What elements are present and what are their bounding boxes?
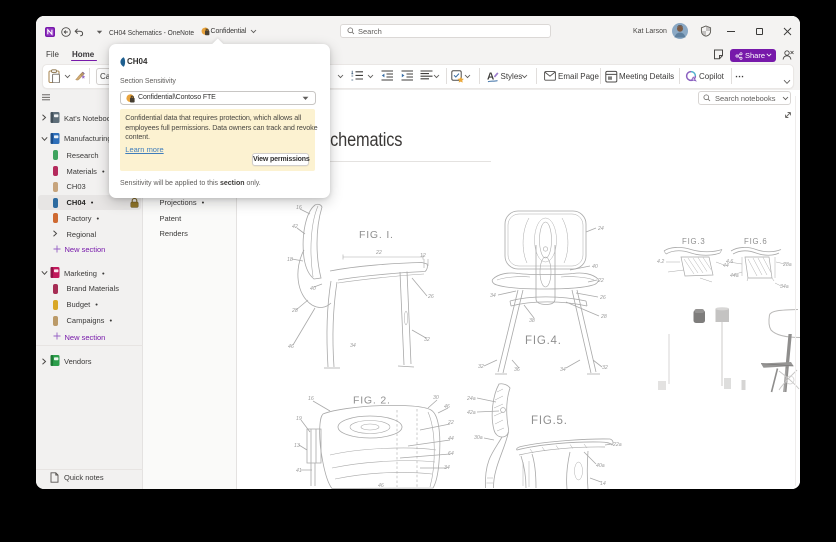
- svg-text:46: 46: [444, 404, 450, 410]
- svg-text:32: 32: [478, 364, 484, 370]
- svg-text:24: 24: [597, 226, 604, 232]
- svg-text:16: 16: [296, 205, 302, 211]
- svg-text:28: 28: [600, 314, 607, 320]
- svg-text:FIG. 2.: FIG. 2.: [353, 395, 391, 407]
- svg-text:13: 13: [294, 443, 300, 449]
- svg-text:64: 64: [448, 451, 454, 457]
- svg-text:32: 32: [424, 337, 430, 343]
- svg-text:44: 44: [448, 436, 454, 442]
- svg-text:18: 18: [287, 257, 293, 263]
- svg-text:26: 26: [599, 295, 606, 301]
- svg-text:40: 40: [310, 286, 316, 292]
- svg-text:34: 34: [490, 293, 496, 299]
- svg-text:19: 19: [296, 416, 302, 422]
- svg-text:40: 40: [592, 264, 598, 270]
- svg-text:42a: 42a: [467, 410, 476, 416]
- svg-text:34: 34: [560, 367, 566, 373]
- svg-text:41: 41: [296, 468, 302, 474]
- svg-text:4.6: 4.6: [726, 259, 733, 265]
- svg-text:36: 36: [514, 367, 520, 373]
- svg-text:26: 26: [427, 294, 434, 300]
- svg-text:FIG.6: FIG.6: [744, 237, 768, 246]
- svg-text:22: 22: [375, 250, 382, 256]
- svg-text:46: 46: [378, 483, 384, 489]
- svg-text:46: 46: [288, 344, 294, 350]
- svg-text:30: 30: [433, 395, 439, 401]
- svg-text:14: 14: [600, 481, 606, 487]
- svg-text:34: 34: [350, 343, 356, 349]
- svg-text:42: 42: [292, 224, 298, 230]
- svg-text:12: 12: [420, 253, 426, 259]
- svg-text:34a: 34a: [780, 284, 789, 290]
- svg-text:44a: 44a: [730, 273, 739, 279]
- svg-text:22a: 22a: [612, 442, 622, 448]
- svg-text:4.2: 4.2: [657, 259, 664, 265]
- svg-text:16: 16: [308, 396, 314, 402]
- svg-text:28: 28: [291, 308, 298, 314]
- svg-text:28a: 28a: [782, 262, 792, 268]
- svg-text:32: 32: [602, 365, 608, 371]
- svg-text:24a: 24a: [466, 396, 476, 402]
- svg-text:22: 22: [447, 420, 454, 426]
- svg-text:34: 34: [444, 465, 450, 471]
- svg-text:FIG.5.: FIG.5.: [531, 415, 568, 427]
- svg-text:FIG.4.: FIG.4.: [525, 335, 562, 347]
- svg-text:40a: 40a: [596, 463, 605, 469]
- svg-text:22: 22: [597, 278, 604, 284]
- svg-text:30a: 30a: [474, 435, 483, 441]
- svg-text:FIG. I.: FIG. I.: [359, 229, 394, 241]
- svg-text:38: 38: [529, 318, 535, 324]
- svg-text:FIG.3: FIG.3: [682, 237, 706, 246]
